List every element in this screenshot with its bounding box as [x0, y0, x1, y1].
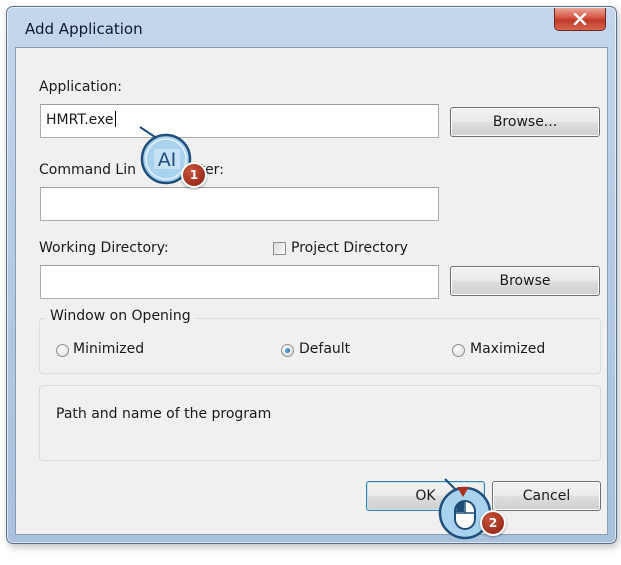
- working-directory-label: Working Directory:: [39, 240, 169, 256]
- title-bar: Add Application: [7, 7, 616, 51]
- radio-minimized-label: Minimized: [73, 341, 145, 357]
- step1-badge: 1: [181, 162, 207, 188]
- application-label: Application:: [39, 79, 122, 95]
- close-button[interactable]: [554, 8, 606, 31]
- radio-default-label: Default: [299, 341, 351, 357]
- project-directory-label: Project Directory: [291, 240, 408, 256]
- radio-default[interactable]: [281, 344, 294, 357]
- radio-maximized-label: Maximized: [470, 341, 546, 357]
- text-cursor-icon-text: AI: [158, 149, 177, 171]
- window-on-opening-legend: Window on Opening: [46, 308, 195, 324]
- project-directory-checkbox[interactable]: [273, 242, 286, 255]
- text-caret: [114, 111, 116, 127]
- dialog-title: Add Application: [25, 20, 143, 38]
- description-box: Path and name of the program: [39, 385, 601, 461]
- radio-minimized[interactable]: [56, 344, 69, 357]
- add-application-dialog: Add Application Application: HMRT.exe Br…: [6, 6, 617, 544]
- close-icon: [573, 13, 587, 25]
- application-input[interactable]: HMRT.exe: [40, 104, 439, 138]
- cancel-button[interactable]: Cancel: [492, 481, 601, 511]
- browse-application-button[interactable]: Browse...: [450, 107, 600, 137]
- command-line-input[interactable]: [40, 187, 439, 221]
- application-input-value: HMRT.exe: [46, 112, 114, 128]
- step2-badge: 2: [480, 510, 506, 536]
- working-directory-input[interactable]: [40, 265, 439, 299]
- window-on-opening-group: Window on Opening Minimized Default Maxi…: [39, 308, 601, 374]
- browse-directory-button[interactable]: Browse: [450, 266, 600, 296]
- description-text: Path and name of the program: [56, 406, 272, 422]
- radio-maximized[interactable]: [452, 344, 465, 357]
- dialog-body: Application: HMRT.exe Browse... Command …: [15, 47, 608, 535]
